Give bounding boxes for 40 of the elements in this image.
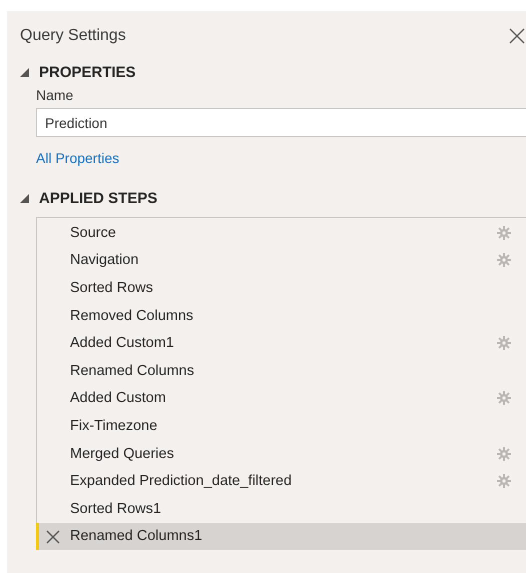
step-label: Source [70,224,117,241]
step-label: Added Custom [70,390,167,406]
gear-icon[interactable] [497,253,511,268]
step-row[interactable]: Fix-Timezone [36,412,526,440]
step-row[interactable]: Expanded Prediction_date_filtered [36,467,526,495]
step-row[interactable]: Source [36,219,526,247]
step-label: Sorted Rows1 [70,500,162,517]
step-row[interactable]: Renamed Columns1 [36,522,526,550]
close-button[interactable] [508,27,526,45]
step-label: Merged Queries [70,446,175,462]
gear-icon[interactable] [497,391,511,406]
all-properties-link[interactable]: All Properties [36,150,120,166]
step-row[interactable]: Added Custom1 [36,329,526,357]
collapse-triangle-icon[interactable] [20,68,29,77]
step-label: Fix-Timezone [70,418,158,434]
step-row[interactable]: Sorted Rows [36,274,526,302]
gear-icon[interactable] [497,226,511,240]
step-row[interactable]: Sorted Rows1 [36,494,526,523]
field-label: Name [36,87,74,103]
step-label: Renamed Columns [70,362,196,379]
delete-icon[interactable] [46,530,60,544]
gear-icon[interactable] [497,336,511,350]
step-row[interactable]: Added Custom [36,384,526,412]
gear-icon[interactable] [497,446,511,461]
name-field[interactable]: Prediction [36,108,526,137]
step-label: Removed Columns [70,308,194,324]
step-label: Added Custom1 [70,335,175,352]
step-row[interactable]: Renamed Columns [36,356,526,385]
step-label: Navigation [70,252,140,268]
collapse-triangle-icon[interactable] [20,194,29,203]
step-label: Expanded Prediction_date_filtered [70,473,293,490]
step-row[interactable]: Merged Queries [36,440,526,468]
step-label: Sorted Rows [70,280,154,296]
step-row[interactable]: Removed Columns [36,302,526,330]
section-heading[interactable]: APPLIED STEPS [39,190,158,207]
section-heading[interactable]: PROPERTIES [39,64,136,81]
step-label: Renamed Columns1 [70,528,204,544]
step-row[interactable]: Navigation [36,246,526,274]
panel-title: Query Settings [20,27,126,45]
gear-icon[interactable] [497,474,511,488]
